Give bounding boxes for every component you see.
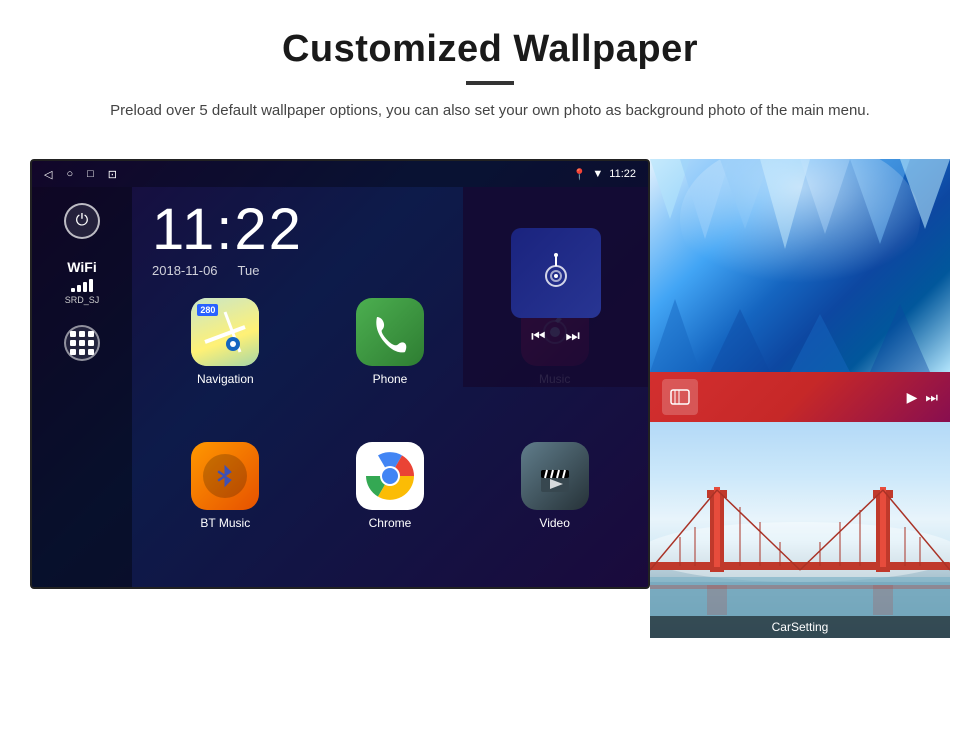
carsetting-label[interactable]: CarSetting — [650, 616, 950, 638]
chrome-label: Chrome — [369, 516, 412, 530]
chrome-svg — [364, 450, 416, 502]
wifi-bar-3 — [83, 282, 87, 292]
clock-day: Tue — [238, 263, 260, 278]
title-divider — [466, 81, 514, 85]
apps-button[interactable] — [64, 325, 100, 361]
prev-track-icon[interactable]: ⏮ — [531, 328, 545, 346]
navigation-label: Navigation — [197, 372, 254, 386]
app-item-navigation[interactable]: 280 — [148, 298, 303, 432]
play-icon[interactable]: ▶ — [907, 389, 918, 406]
app-item-video[interactable]: Video — [477, 442, 632, 576]
left-sidebar: ⏻ WiFi SRD_SJ — [32, 187, 132, 587]
app-item-chrome[interactable]: Chrome — [313, 442, 468, 576]
status-bar: ◁ ○ □ ⊡ 📍 ▼ 11:22 — [32, 161, 648, 187]
wifi-info: WiFi SRD_SJ — [65, 259, 100, 305]
video-icon[interactable] — [521, 442, 589, 510]
bluetooth-svg — [211, 462, 239, 490]
nav-badge: 280 — [197, 304, 218, 316]
main-content: ◁ ○ □ ⊡ 📍 ▼ 11:22 ⏻ WiFi — [0, 139, 980, 658]
nav-icons: ◁ ○ □ ⊡ — [44, 168, 117, 181]
page-header: Customized Wallpaper Preload over 5 defa… — [0, 0, 980, 139]
clock-date-value: 2018-11-06 — [152, 263, 218, 278]
media-icon-svg — [531, 248, 581, 298]
wallpaper-thumb-mid[interactable]: ▶ ⏭ — [650, 372, 950, 422]
video-label: Video — [539, 516, 569, 530]
wifi-bar-4 — [89, 279, 93, 292]
wifi-bar-2 — [77, 285, 81, 292]
screen-body: ⏻ WiFi SRD_SJ — [32, 187, 648, 587]
recents-icon[interactable]: □ — [87, 168, 94, 180]
media-player: ⏮ ⏭ — [463, 187, 648, 387]
page-subtitle: Preload over 5 default wallpaper options… — [110, 99, 870, 123]
wifi-bar-1 — [71, 288, 75, 292]
wallpaper-thumb-3[interactable]: CarSetting — [650, 422, 950, 638]
phone-svg — [369, 311, 411, 353]
screenshot-icon[interactable]: ⊡ — [108, 168, 117, 181]
forward-icon[interactable]: ⏭ — [925, 389, 938, 406]
wifi-ssid: SRD_SJ — [65, 295, 100, 305]
media-controls: ⏮ ⏭ — [531, 328, 580, 346]
wifi-bars — [65, 278, 100, 292]
bridge-svg — [650, 422, 950, 638]
page-title: Customized Wallpaper — [60, 28, 920, 71]
android-screen: ◁ ○ □ ⊡ 📍 ▼ 11:22 ⏻ WiFi — [30, 159, 650, 589]
ice-svg — [650, 159, 950, 372]
app-item-phone[interactable]: Phone — [313, 298, 468, 432]
status-time: 11:22 — [609, 168, 636, 180]
bt-music-label: BT Music — [200, 516, 250, 530]
app-item-bt-music[interactable]: BT Music — [148, 442, 303, 576]
bt-music-icon[interactable] — [191, 442, 259, 510]
phone-icon[interactable] — [356, 298, 424, 366]
wifi-icon: ▼ — [592, 168, 603, 180]
back-icon[interactable]: ◁ — [44, 168, 52, 181]
wifi-label: WiFi — [65, 259, 100, 275]
location-icon: 📍 — [573, 168, 587, 181]
home-icon[interactable]: ○ — [66, 168, 73, 180]
chrome-icon[interactable] — [356, 442, 424, 510]
wallpaper-thumb-1[interactable] — [650, 159, 950, 372]
phone-label: Phone — [373, 372, 408, 386]
media-art — [511, 228, 601, 318]
next-track-icon[interactable]: ⏭ — [566, 328, 580, 346]
power-button[interactable]: ⏻ — [64, 203, 100, 239]
status-icons: 📍 ▼ 11:22 — [573, 168, 636, 181]
wallpaper-column: ▶ ⏭ — [650, 159, 950, 638]
video-svg — [531, 452, 579, 500]
navigation-icon[interactable]: 280 — [191, 298, 259, 366]
apps-grid-icon — [70, 331, 94, 355]
